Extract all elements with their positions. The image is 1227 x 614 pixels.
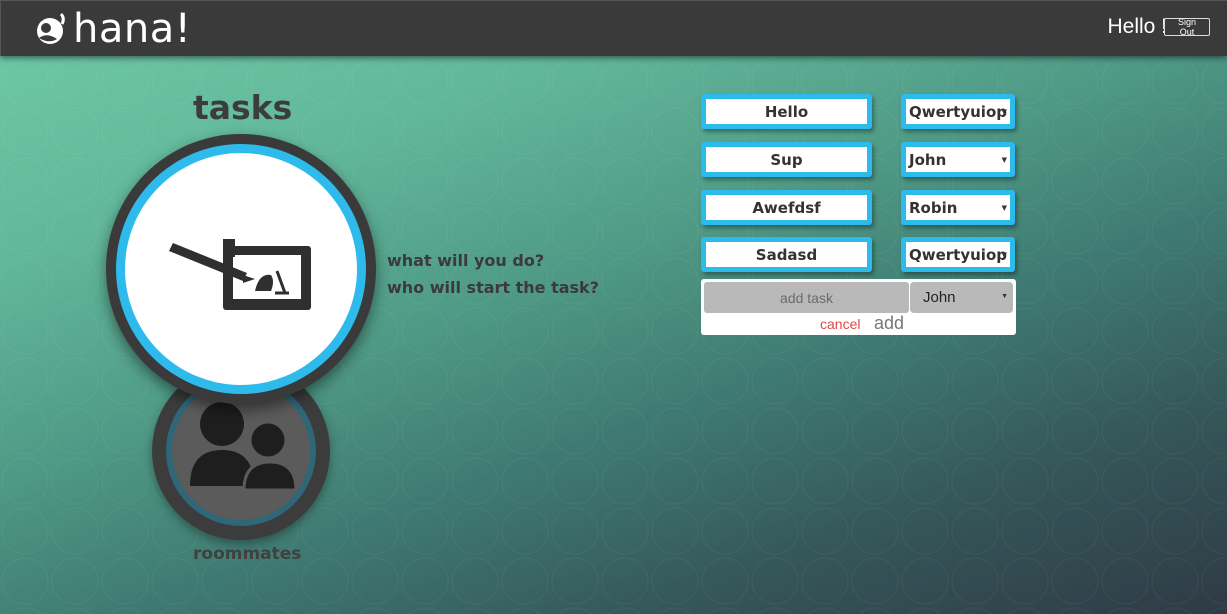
task-name-field[interactable]: Hello [701,94,872,129]
dropdown-caret-icon: ▼ [1001,156,1007,164]
task-name-field[interactable]: Sup [701,142,872,177]
prompt-what-will-you-do: what will you do? [387,251,545,270]
add-task-assignee-select[interactable]: John ▼ [910,282,1013,313]
greeting-text: Hello ! [1107,15,1167,38]
add-task-panel: John ▼ cancel add [701,279,1016,335]
dropdown-caret-icon: ▼ [1001,204,1007,212]
prompt-who-will-start: who will start the task? [387,278,599,297]
assignee-value: Qwertyuiop [909,245,1007,264]
assignee-select[interactable]: Qwertyuiop ▼ [901,94,1015,129]
assignee-value: John [909,150,947,169]
assignee-value: Qwertyuiop [909,102,1007,121]
assignee-value: Robin [909,198,958,217]
logo-text: hana! [73,6,192,52]
hana-logo-icon [35,12,69,46]
task-name-field[interactable]: Awefdsf [701,190,872,225]
assignee-select[interactable]: Qwertyuiop ▼ [901,237,1015,272]
tasks-title: tasks [193,88,293,127]
tasks-circle-inner [125,153,357,385]
cancel-button[interactable]: cancel [820,316,860,332]
logo[interactable]: hana! [35,6,192,52]
tasks-nav-button[interactable] [106,134,376,404]
tasks-circle-ring [116,144,366,394]
task-name-field[interactable]: Sadasd [701,237,872,272]
sign-out-button[interactable]: Sign Out [1164,17,1210,37]
dropdown-caret-icon: ▼ [1001,108,1007,116]
add-task-input[interactable] [704,282,909,313]
assignee-select[interactable]: Robin ▼ [901,190,1015,225]
dropdown-caret-icon: ▼ [1001,293,1008,300]
add-task-assignee-value: John [923,289,956,306]
assignee-select[interactable]: John ▼ [901,142,1015,177]
dropdown-caret-icon: ▼ [1001,251,1007,259]
top-bar: hana! Hello ! Sign Out [0,0,1227,56]
add-button[interactable]: add [874,313,904,334]
roommates-label: roommates [193,544,302,564]
whiteboard-task-icon [169,239,311,310]
